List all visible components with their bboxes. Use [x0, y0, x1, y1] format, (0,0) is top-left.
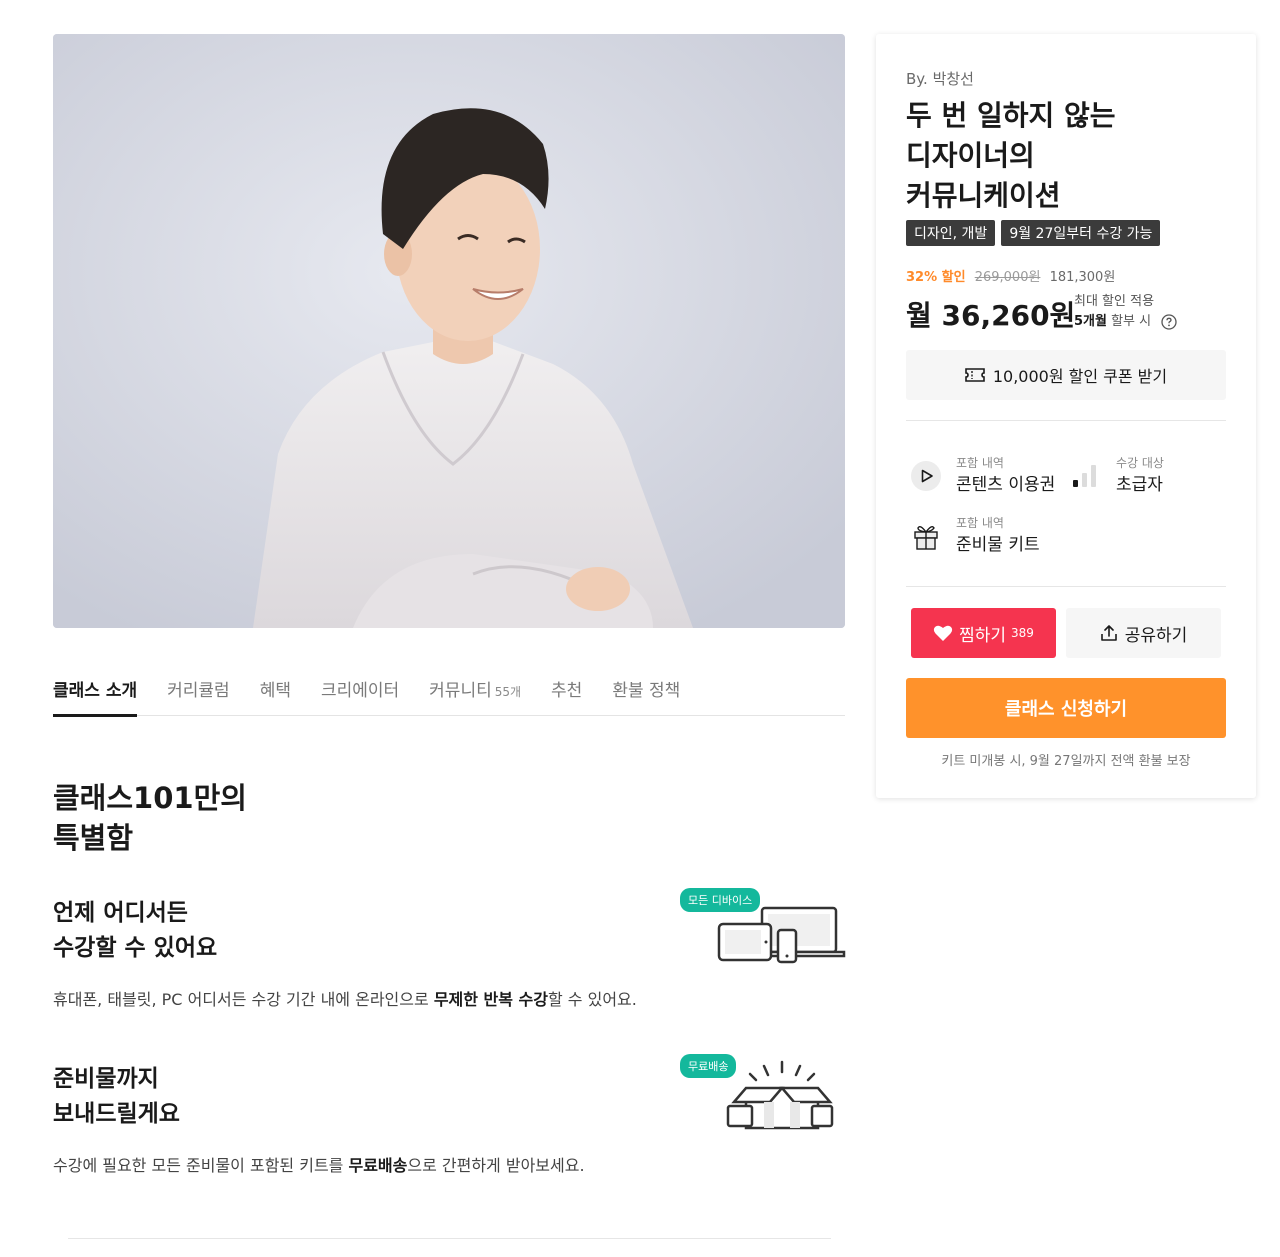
- refund-guarantee-note: 키트 미개봉 시, 9월 27일까지 전액 환불 보장: [941, 754, 1191, 769]
- feature-devices-desc: 휴대폰, 태블릿, PC 어디서든 수강 기간 내에 온라인으로 무제한 반복 …: [53, 988, 813, 1012]
- class-section-tabs: 클래스 소개 커리큘럼 혜택 크리에이터 커뮤니티 55개 추천 환불 정책: [53, 664, 845, 717]
- ticket-icon: [965, 368, 985, 382]
- help-icon[interactable]: [1161, 313, 1177, 330]
- intro-section-title: 클래스101만의 특별함: [53, 778, 453, 858]
- info-value: 콘텐츠 이용권: [956, 475, 1056, 495]
- level-bars-icon: [1070, 460, 1102, 492]
- info-value: 준비물 키트: [956, 535, 1040, 555]
- tab-community-count: 55개: [494, 685, 522, 699]
- tab-label: 커리큘럼: [167, 681, 230, 701]
- desc-text: 할 수 있어요.: [548, 990, 637, 1009]
- tab-creator[interactable]: 크리에이터: [321, 664, 399, 716]
- info-value: 초급자: [1116, 475, 1163, 495]
- price-summary: 32% 할인 269,000원 181,300원: [906, 266, 1115, 285]
- desc-highlight: 무료배송: [348, 1156, 408, 1175]
- play-icon: [910, 460, 942, 492]
- desc-text: 휴대폰, 태블릿, PC 어디서든 수강 기간 내에 온라인으로: [53, 990, 434, 1009]
- discount-rate: 32% 할인: [906, 270, 966, 285]
- info-label: 포함 내역: [956, 456, 1004, 470]
- tab-label: 환불 정책: [612, 681, 681, 701]
- info-label: 포함 내역: [956, 516, 1004, 530]
- desc-highlight: 무제한 반복 수강: [433, 990, 548, 1009]
- share-label: 공유하기: [1124, 625, 1188, 646]
- installment-note-line1: 최대 할인 적용: [1074, 294, 1155, 309]
- course-title-line1: 두 번 일하지 않는: [906, 99, 1116, 132]
- info-label: 수강 대상: [1116, 456, 1164, 470]
- tab-label: 크리에이터: [320, 681, 400, 701]
- tab-label: 추천: [551, 681, 583, 701]
- tab-class-intro[interactable]: 클래스 소개: [53, 664, 138, 717]
- apply-class-button[interactable]: 클래스 신청하기: [906, 678, 1226, 738]
- feature-devices-title: 언제 어디서든 수강할 수 있어요: [53, 896, 473, 966]
- tab-refund-policy[interactable]: 환불 정책: [612, 664, 680, 716]
- creator-portrait-illustration: [53, 34, 845, 628]
- coupon-button[interactable]: 10,000원 할인 쿠폰 받기: [906, 350, 1226, 400]
- section-divider: [68, 1238, 831, 1239]
- gift-icon: [910, 520, 942, 552]
- feature-title-line1: 언제 어디서든: [53, 900, 188, 926]
- tab-recommend[interactable]: 추천: [551, 664, 582, 716]
- wishlist-label: 찜하기: [959, 625, 1006, 646]
- intro-title-line2: 특별함: [53, 821, 134, 855]
- share-icon: [1100, 625, 1117, 641]
- gift-box-icon: [726, 1060, 834, 1130]
- feature-title-line2: 보내드릴게요: [53, 1101, 180, 1127]
- course-title-line3: 커뮤니케이션: [906, 179, 1061, 212]
- info-content-pass: 포함 내역 콘텐츠 이용권: [910, 454, 1055, 498]
- purchase-card: By. 박창선 두 번 일하지 않는 디자이너의 커뮤니케이션 디자인, 개발 …: [876, 34, 1256, 798]
- tab-label: 혜택: [259, 681, 291, 701]
- monthly-price: 월 36,260원: [906, 299, 1076, 332]
- tab-label: 클래스 소개: [53, 681, 138, 701]
- feature-kit-title: 준비물까지 보내드릴게요: [53, 1062, 473, 1132]
- tab-benefits[interactable]: 혜택: [260, 664, 291, 716]
- installment-note-rest: 할부 시: [1106, 314, 1152, 329]
- course-title-line2: 디자이너의: [906, 139, 1035, 172]
- wishlist-button[interactable]: 찜하기 389: [911, 608, 1056, 658]
- tab-curriculum[interactable]: 커리큘럼: [167, 664, 230, 716]
- category-tag: 디자인, 개발: [906, 220, 996, 246]
- tab-label: 커뮤니티: [429, 681, 492, 701]
- devices-icon: [717, 906, 846, 964]
- tab-community[interactable]: 커뮤니티 55개: [429, 664, 521, 716]
- coupon-button-label: 10,000원 할인 쿠폰 받기: [992, 367, 1168, 386]
- intro-title-line1: 클래스101만의: [53, 781, 247, 815]
- desc-text: 으로 간편하게 받아보세요.: [407, 1156, 585, 1175]
- heart-icon: [933, 625, 953, 641]
- share-button[interactable]: 공유하기: [1066, 608, 1221, 658]
- feature-kit-desc: 수강에 필요한 모든 준비물이 포함된 키트를 무료배송으로 간편하게 받아보세…: [53, 1154, 813, 1178]
- class-cover-photo: [53, 34, 845, 628]
- installment-note: 최대 할인 적용 5개월 할부 시: [1074, 292, 1177, 332]
- info-kit: 포함 내역 준비물 키트: [910, 514, 1040, 558]
- course-title: 두 번 일하지 않는 디자이너의 커뮤니케이션: [906, 96, 1226, 216]
- installment-months: 5개월: [1074, 314, 1107, 329]
- start-date-tag: 9월 27일부터 수강 가능: [1001, 220, 1161, 246]
- info-level: 수강 대상 초급자: [1070, 454, 1164, 498]
- course-tags: 디자인, 개발 9월 27일부터 수강 가능: [906, 220, 1161, 246]
- card-divider: [906, 586, 1226, 587]
- wishlist-count: 389: [1011, 626, 1034, 640]
- original-price: 269,000원: [974, 270, 1041, 285]
- creator-byline[interactable]: By. 박창선: [906, 68, 974, 89]
- card-divider: [906, 420, 1226, 421]
- desc-text: 수강에 필요한 모든 준비물이 포함된 키트를: [53, 1156, 349, 1175]
- feature-title-line1: 준비물까지: [53, 1066, 159, 1092]
- feature-title-line2: 수강할 수 있어요: [53, 935, 218, 961]
- sale-price: 181,300원: [1049, 270, 1116, 285]
